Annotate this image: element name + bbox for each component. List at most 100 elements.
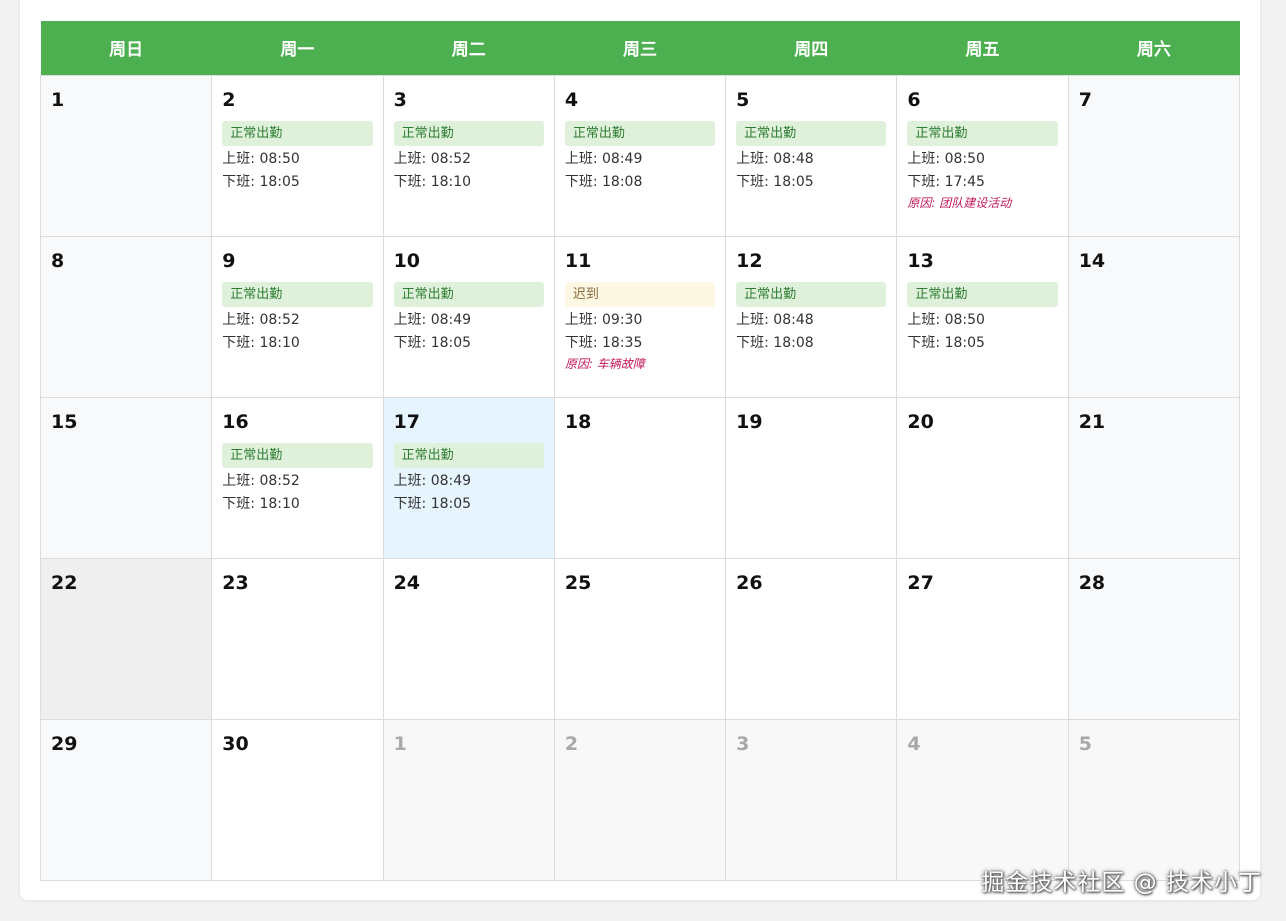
day-number: 5	[1078, 732, 1092, 755]
checkin-value: 08:52	[259, 311, 300, 328]
day-cell[interactable]: 4 正常出勤 上班: 08:49 下班: 18:08	[553, 74, 727, 237]
weekday-fri: 周五	[896, 21, 1069, 75]
day-cell[interactable]: 1	[382, 718, 555, 881]
reason-label: 原因:	[564, 356, 597, 371]
checkin-label: 上班:	[222, 472, 260, 489]
weekday-sun: 周日	[40, 21, 212, 75]
day-cell[interactable]: 6 正常出勤 上班: 08:50 下班: 17:45 原因: 团队建设活动	[896, 74, 1069, 237]
checkout-time: 下班: 18:05	[394, 332, 544, 355]
day-cell[interactable]: 12 正常出勤 上班: 08:48 下班: 18:08	[725, 235, 898, 398]
day-cell[interactable]: 24	[382, 557, 555, 720]
checkin-label: 上班:	[393, 150, 431, 167]
checkout-label: 下班:	[564, 334, 603, 351]
checkout-time: 下班: 18:05	[907, 332, 1057, 355]
day-cell[interactable]: 1	[39, 74, 213, 237]
checkout-value: 18:05	[944, 334, 985, 351]
day-number: 16	[222, 410, 249, 433]
day-number: 27	[907, 571, 934, 594]
day-number: 22	[51, 571, 78, 594]
day-cell[interactable]: 16 正常出勤 上班: 08:52 下班: 18:10	[211, 396, 384, 559]
checkout-label: 下班:	[222, 495, 260, 512]
day-cell[interactable]: 18	[553, 396, 727, 559]
day-cell[interactable]: 3	[725, 718, 898, 881]
day-cell[interactable]: 28	[1067, 557, 1241, 720]
checkin-value: 09:30	[602, 311, 643, 328]
day-cell[interactable]: 9 正常出勤 上班: 08:52 下班: 18:10	[211, 235, 384, 398]
checkin-time: 上班: 08:52	[222, 470, 372, 493]
day-cell[interactable]: 14	[1067, 235, 1241, 398]
checkin-time: 上班: 08:52	[394, 148, 544, 171]
day-number: 2	[222, 88, 236, 111]
checkout-label: 下班:	[907, 173, 945, 190]
day-cell[interactable]: 2	[553, 718, 727, 881]
day-cell[interactable]: 21	[1067, 396, 1241, 559]
checkout-label: 下班:	[222, 173, 260, 190]
day-number: 15	[51, 410, 78, 433]
day-cell[interactable]: 23	[211, 557, 384, 720]
weekday-tue: 周二	[383, 21, 555, 75]
day-cell[interactable]: 26	[725, 557, 898, 720]
attendance-status-badge: 正常出勤	[393, 120, 544, 146]
checkin-time: 上班: 08:50	[222, 148, 372, 171]
day-number: 19	[736, 410, 763, 433]
day-cell[interactable]: 27	[896, 557, 1069, 720]
checkin-value: 08:48	[773, 311, 814, 328]
checkout-time: 下班: 18:05	[394, 493, 544, 516]
checkout-value: 18:10	[430, 173, 472, 190]
day-number: 1	[393, 732, 407, 755]
day-number: 24	[393, 571, 421, 594]
day-cell[interactable]: 5	[1067, 718, 1241, 881]
checkout-value: 18:05	[430, 334, 472, 351]
reason-value: 车辆故障	[596, 356, 645, 371]
reason-note: 原因: 团队建设活动	[907, 194, 1057, 212]
day-cell[interactable]: 19	[725, 396, 898, 559]
checkout-value: 18:08	[602, 173, 643, 190]
watermark: 掘金技术社区 @ 技术小丁	[981, 870, 1262, 896]
day-cell[interactable]: 22	[39, 557, 213, 720]
day-cell[interactable]: 7	[1067, 74, 1241, 237]
day-cell[interactable]: 30	[211, 718, 384, 881]
day-number: 8	[51, 249, 65, 272]
checkin-label: 上班:	[564, 150, 603, 167]
day-cell[interactable]: 13 正常出勤 上班: 08:50 下班: 18:05	[896, 235, 1069, 398]
day-number: 17	[393, 410, 421, 433]
checkin-value: 08:49	[430, 311, 472, 328]
weekday-thu: 周四	[725, 21, 897, 75]
day-cell[interactable]: 11 迟到 上班: 09:30 下班: 18:35 原因: 车辆故障	[553, 235, 727, 398]
day-cell[interactable]: 25	[553, 557, 727, 720]
checkin-value: 08:50	[944, 150, 985, 167]
day-cell[interactable]: 17 正常出勤 上班: 08:49 下班: 18:05	[382, 396, 555, 559]
reason-label: 原因:	[907, 195, 940, 210]
day-cell[interactable]: 29	[39, 718, 213, 881]
checkout-value: 18:10	[259, 495, 300, 512]
checkin-value: 08:52	[430, 150, 472, 167]
day-number: 23	[222, 571, 249, 594]
day-cell[interactable]: 20	[896, 396, 1069, 559]
checkout-value: 18:10	[259, 334, 300, 351]
day-number: 18	[564, 410, 592, 433]
checkout-label: 下班:	[393, 173, 431, 190]
day-cell[interactable]: 4	[896, 718, 1069, 881]
checkout-label: 下班:	[564, 173, 603, 190]
day-number: 13	[907, 249, 934, 272]
attendance-status-badge: 正常出勤	[393, 442, 544, 468]
day-cell[interactable]: 10 正常出勤 上班: 08:49 下班: 18:05	[382, 235, 555, 398]
calendar-week-row: 8 9 正常出勤 上班: 08:52 下班: 18:10 10 正常出勤 上班: 08:49 下…	[39, 235, 1241, 398]
calendar-week-row: 1 2 正常出勤 上班: 08:50 下班: 18:05 3 正常出勤 上班: 08:52 下班…	[39, 74, 1241, 237]
checkout-label: 下班:	[736, 173, 774, 190]
day-cell[interactable]: 8	[39, 235, 213, 398]
day-cell[interactable]: 15	[39, 396, 213, 559]
day-number: 25	[564, 571, 592, 594]
day-number: 3	[393, 88, 407, 111]
weekday-sat: 周六	[1068, 21, 1240, 75]
day-cell[interactable]: 5 正常出勤 上班: 08:48 下班: 18:05	[725, 74, 898, 237]
attendance-status-badge: 正常出勤	[736, 120, 887, 146]
checkout-label: 下班:	[393, 334, 431, 351]
day-number: 2	[564, 732, 579, 755]
checkin-time: 上班: 08:52	[222, 309, 372, 332]
day-cell[interactable]: 3 正常出勤 上班: 08:52 下班: 18:10	[382, 74, 555, 237]
checkin-label: 上班:	[393, 311, 431, 328]
checkout-value: 18:05	[430, 495, 472, 512]
reason-value: 团队建设活动	[939, 195, 1012, 210]
day-cell[interactable]: 2 正常出勤 上班: 08:50 下班: 18:05	[211, 74, 384, 237]
